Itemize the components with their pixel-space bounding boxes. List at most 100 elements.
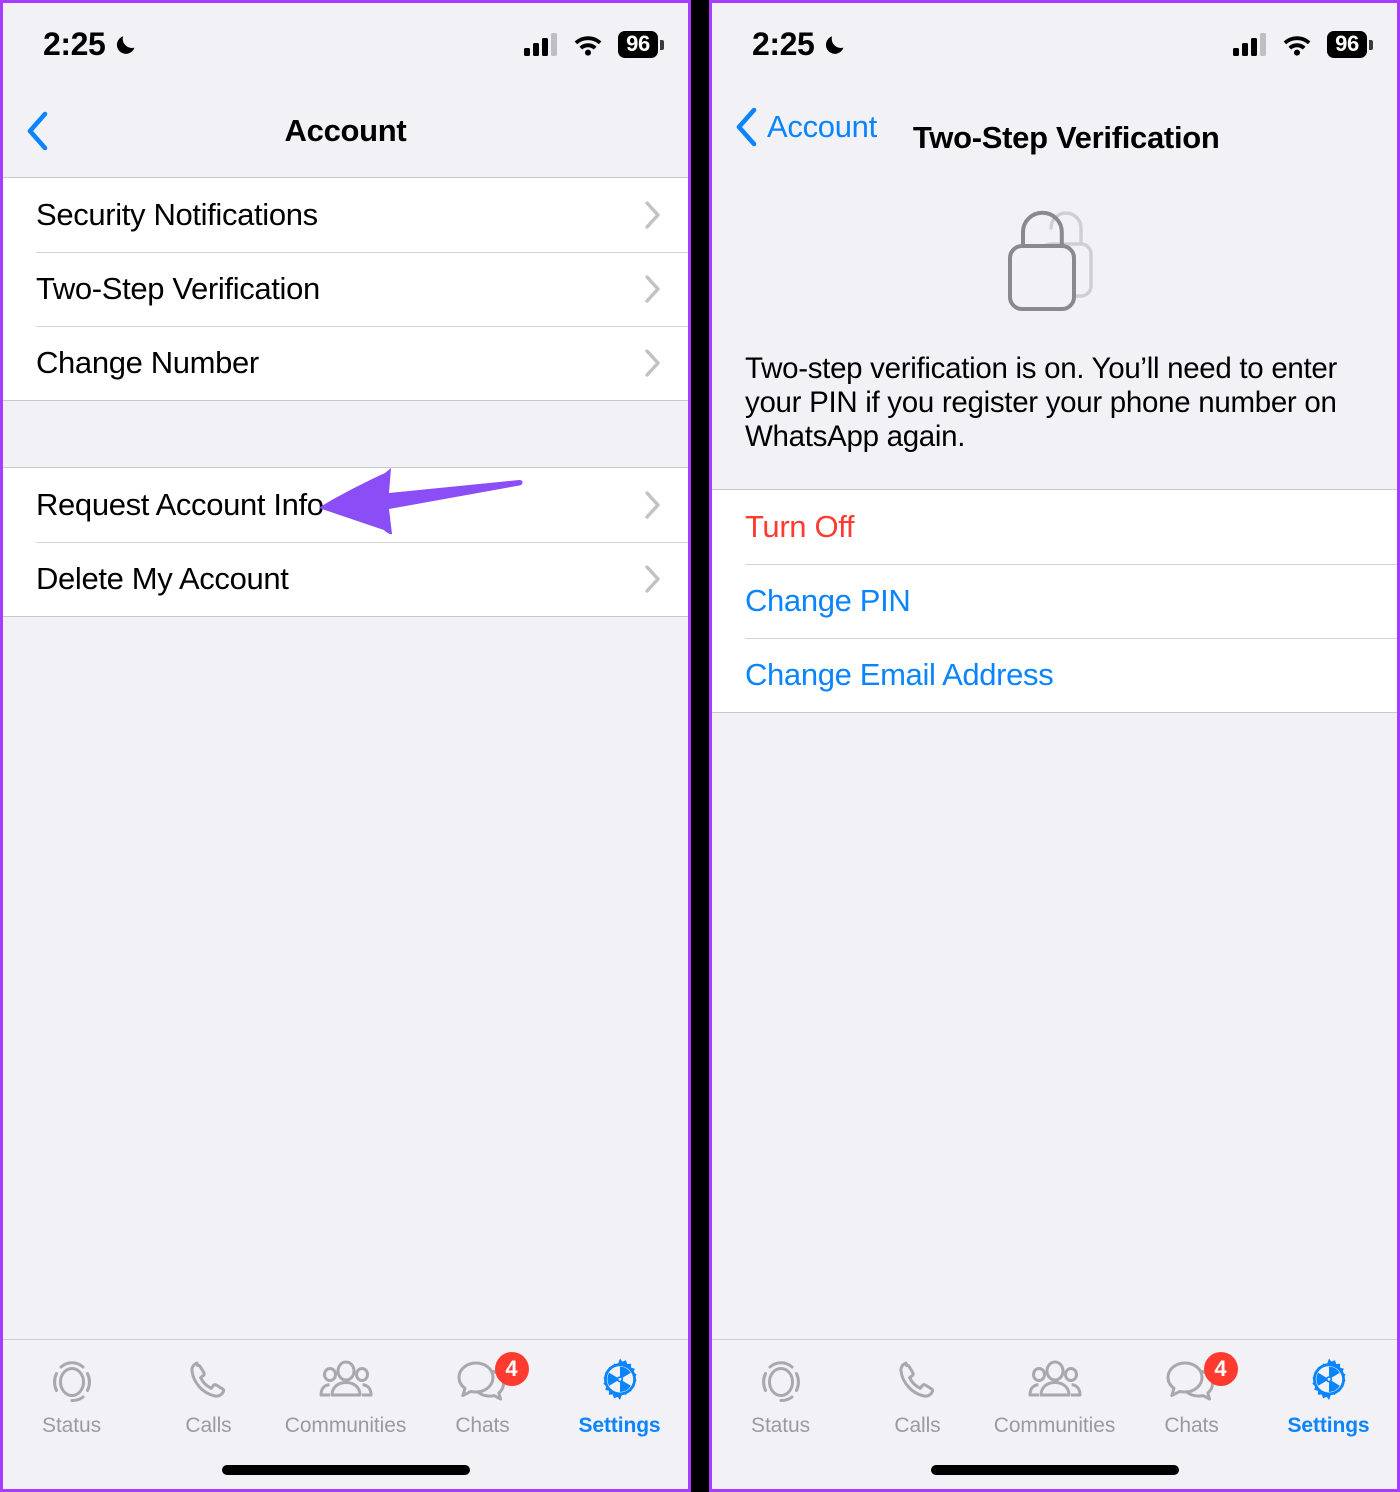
phone-handset-icon [898, 1361, 934, 1398]
back-button[interactable] [3, 110, 58, 152]
page-title: Two-Step Verification [912, 120, 1220, 155]
action-change-email-address[interactable]: Change Email Address [712, 637, 1397, 712]
status-bar-left: 2:25 96 [3, 3, 688, 85]
status-bar-left-cluster: 2:25 [43, 26, 140, 63]
status-bar-right-cluster: 96 [524, 30, 664, 58]
description-text: Two-step verification is on. You’ll need… [712, 352, 1397, 489]
settings-group-1: Security Notifications Two-Step Verifica… [3, 177, 688, 401]
chats-unread-badge: 4 [494, 1352, 529, 1386]
tab-icon-wrap [595, 1356, 645, 1408]
chevron-right-icon [645, 349, 660, 377]
crescent-moon-icon [826, 36, 844, 54]
phone-screen-account: 2:25 96 Account Security Notifications T… [0, 0, 691, 1492]
gear-icon [602, 1358, 637, 1400]
screenshot-pair: 2:25 96 Account Security Notifications T… [0, 0, 1400, 1492]
chevron-right-icon [645, 275, 660, 303]
tab-icon-wrap [1304, 1356, 1354, 1408]
phone-handset-icon [189, 1361, 225, 1398]
battery-indicator: 96 [618, 30, 664, 58]
double-lock-icon [1007, 210, 1093, 311]
action-change-pin[interactable]: Change PIN [712, 563, 1397, 638]
list-item-label: Two-Step Verification [36, 271, 320, 306]
list-item-change-number[interactable]: Change Number [3, 326, 688, 400]
cellular-bars-icon [524, 33, 558, 56]
tab-icon-wrap [757, 1356, 805, 1408]
cellular-bars-icon [1233, 33, 1267, 56]
action-label: Change Email Address [745, 656, 1054, 692]
two-step-actions-group: Turn Off Change PIN Change Email Address [712, 488, 1397, 713]
hero-illustration [712, 177, 1397, 352]
tab-label: Settings [1287, 1414, 1370, 1437]
list-item-label: Delete My Account [36, 561, 289, 596]
tab-status[interactable]: Status [712, 1356, 849, 1438]
tab-label: Status [751, 1414, 810, 1437]
tab-icon-wrap: 4 [1164, 1352, 1238, 1408]
crescent-moon-icon [117, 36, 135, 54]
status-rings-icon [52, 1361, 91, 1402]
status-bar-right-cluster: 96 [1233, 30, 1373, 58]
tab-communities[interactable]: Communities [986, 1356, 1123, 1438]
tab-label: Calls [894, 1414, 941, 1437]
status-bar-left-cluster: 2:25 [752, 26, 849, 63]
tab-bar-left: Status Calls Communities 4 Chats Setting… [3, 1339, 688, 1489]
tab-status[interactable]: Status [3, 1356, 140, 1438]
list-item-two-step-verification[interactable]: Two-Step Verification [3, 252, 688, 326]
nav-bar-left: Account [3, 85, 688, 177]
two-step-verification-content: Two-step verification is on. You’ll need… [712, 177, 1397, 1339]
tab-icon-wrap [1027, 1356, 1083, 1408]
home-indicator [221, 1465, 470, 1475]
tab-icon-wrap [318, 1356, 374, 1408]
communities-people-icon [1028, 1360, 1081, 1397]
back-button-account[interactable]: Account [712, 106, 877, 148]
tab-label: Status [42, 1414, 101, 1437]
wifi-icon [574, 36, 602, 56]
action-label: Change PIN [745, 582, 911, 618]
chevron-right-icon [645, 565, 660, 593]
list-item-label: Change Number [36, 345, 259, 380]
home-indicator [930, 1465, 1179, 1475]
page-title: Account [284, 113, 407, 148]
list-item-request-account-info[interactable]: Request Account Info [3, 468, 688, 542]
tab-chats[interactable]: 4 Chats [1123, 1352, 1260, 1438]
settings-group-2: Request Account Info Delete My Account [3, 467, 688, 617]
phone-screen-two-step-verification: 2:25 96 Account Two-Step Verification Tw… [709, 0, 1400, 1492]
section-separator [3, 401, 688, 467]
chevron-left-icon [736, 107, 757, 147]
tab-icon-wrap [894, 1356, 942, 1408]
list-item-delete-my-account[interactable]: Delete My Account [3, 542, 688, 616]
settings-list-account: Security Notifications Two-Step Verifica… [3, 177, 688, 1339]
tab-label: Chats [455, 1414, 510, 1437]
chats-unread-badge: 4 [1203, 1352, 1238, 1386]
tab-settings[interactable]: Settings [551, 1356, 688, 1438]
chevron-left-icon [27, 111, 48, 151]
tab-label: Communities [993, 1414, 1116, 1437]
tab-label: Settings [578, 1414, 661, 1437]
clock-time: 2:25 [752, 25, 815, 62]
chevron-right-icon [645, 201, 660, 229]
chevron-right-icon [645, 491, 660, 519]
list-item-label: Request Account Info [36, 487, 324, 522]
clock-time: 2:25 [43, 25, 106, 62]
tab-communities[interactable]: Communities [277, 1356, 414, 1438]
tab-calls[interactable]: Calls [849, 1356, 986, 1438]
action-label: Turn Off [745, 508, 855, 544]
back-button-label: Account [767, 109, 877, 144]
nav-row: Account Two-Step Verification [712, 106, 1220, 156]
nav-bar-right: Account Two-Step Verification [712, 85, 1397, 177]
list-item-security-notifications[interactable]: Security Notifications [3, 178, 688, 252]
tab-icon-wrap [48, 1356, 96, 1408]
status-bar-right: 2:25 96 [712, 3, 1397, 85]
wifi-icon [1283, 36, 1311, 56]
tab-label: Calls [185, 1414, 232, 1437]
tab-icon-wrap [185, 1356, 233, 1408]
list-item-label: Security Notifications [36, 197, 318, 232]
status-rings-icon [761, 1361, 800, 1402]
tab-settings[interactable]: Settings [1260, 1356, 1397, 1438]
tab-label: Chats [1164, 1414, 1219, 1437]
communities-people-icon [319, 1360, 372, 1397]
tab-bar-right: Status Calls Communities 4 Chats Setting… [712, 1339, 1397, 1489]
action-turn-off[interactable]: Turn Off [712, 489, 1397, 564]
tab-chats[interactable]: 4 Chats [414, 1352, 551, 1438]
gear-icon [1311, 1358, 1346, 1400]
tab-calls[interactable]: Calls [140, 1356, 277, 1438]
